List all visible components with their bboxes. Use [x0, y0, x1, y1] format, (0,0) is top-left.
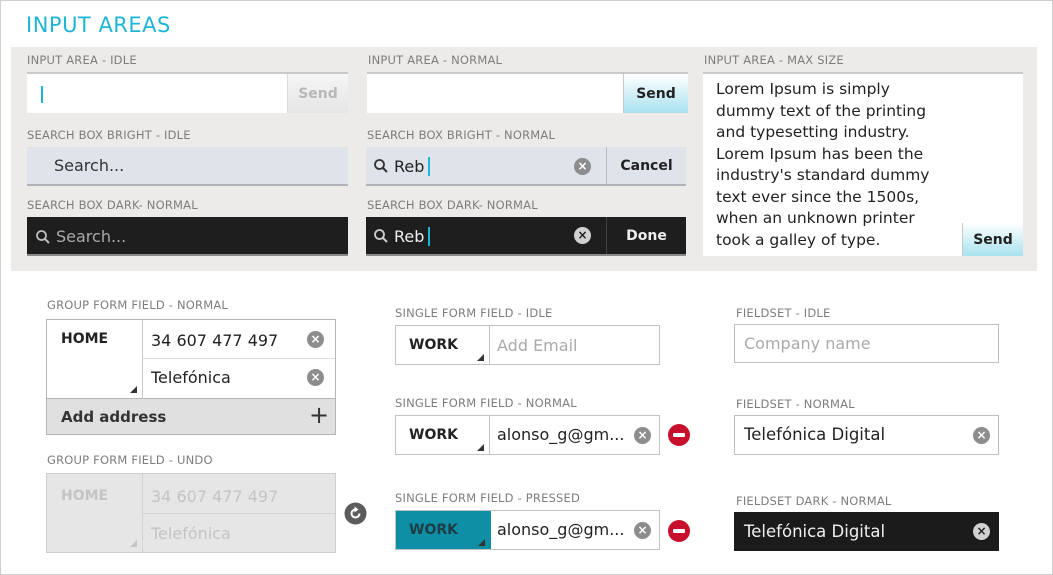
- fieldset-normal-label: FIELDSET - NORMAL: [736, 397, 855, 411]
- done-button[interactable]: Done: [606, 217, 686, 254]
- single-pressed-label: SINGLE FORM FIELD - PRESSED: [395, 491, 581, 505]
- fieldset-idle[interactable]: Company name: [734, 324, 999, 363]
- dropdown-corner-icon: [478, 539, 485, 546]
- carrier-field[interactable]: Telefónica ×: [143, 359, 335, 398]
- type-selector-pressed[interactable]: WORK: [396, 511, 491, 549]
- email-value: alonso_g@gm...: [497, 520, 625, 539]
- text-line: Lorem Ipsum has been the: [716, 144, 924, 163]
- carrier-value: Telefónica: [151, 368, 231, 387]
- page-title: INPUT AREAS: [26, 13, 171, 37]
- input-area-normal-label: INPUT AREA - NORMAL: [368, 53, 503, 67]
- send-button-disabled[interactable]: Send: [287, 74, 348, 113]
- input-area-max-size[interactable]: Lorem Ipsum is simply dummy text of the …: [703, 72, 1023, 256]
- dropdown-corner-icon: [477, 354, 484, 361]
- clear-icon[interactable]: ×: [973, 427, 990, 444]
- text-line: industry's standard dummy: [716, 166, 930, 184]
- fieldset-idle-label: FIELDSET - IDLE: [736, 306, 831, 320]
- search-dark-idle-label: SEARCH BOX DARK- NORMAL: [27, 198, 198, 212]
- company-value: Telefónica Digital: [744, 522, 886, 541]
- dropdown-corner-icon: [130, 540, 137, 547]
- type-label: WORK: [409, 337, 458, 353]
- search-dark-normal-label: SEARCH BOX DARK- NORMAL: [367, 198, 538, 212]
- type-label: HOME: [61, 331, 109, 347]
- email-value: alonso_g@gm...: [497, 425, 625, 444]
- type-selector[interactable]: WORK: [396, 326, 490, 364]
- type-label: WORK: [409, 427, 458, 443]
- clear-icon[interactable]: ×: [634, 522, 651, 539]
- single-normal-label: SINGLE FORM FIELD - NORMAL: [395, 396, 577, 410]
- type-selector[interactable]: WORK: [396, 416, 490, 454]
- fieldset-dark-label: FIELDSET DARK - NORMAL: [736, 494, 892, 508]
- input-area-max-label: INPUT AREA - MAX SIZE: [704, 53, 844, 67]
- single-form-field-normal[interactable]: WORK alonso_g@gm... ×: [395, 415, 660, 455]
- dropdown-corner-icon: [130, 386, 137, 393]
- group-form-field-undo: HOME 34 607 477 497 Telefónica: [46, 473, 336, 553]
- fieldset-dark[interactable]: Telefónica Digital ×: [734, 512, 999, 551]
- search-value: Reb: [394, 157, 425, 176]
- clear-icon[interactable]: ×: [634, 427, 651, 444]
- send-button[interactable]: Send: [623, 74, 688, 113]
- text-caret: [428, 157, 430, 176]
- textarea-content: Lorem Ipsum is simply dummy text of the …: [716, 79, 956, 251]
- plus-icon: +: [309, 401, 330, 429]
- text-line: took a galley of type.: [716, 230, 881, 249]
- text-caret: [428, 227, 430, 246]
- single-idle-label: SINGLE FORM FIELD - IDLE: [395, 306, 553, 320]
- company-value: Telefónica Digital: [744, 425, 886, 444]
- search-bright-idle-label: SEARCH BOX BRIGHT - IDLE: [27, 128, 191, 142]
- phone-field: 34 607 477 497: [143, 474, 335, 514]
- text-caret: [41, 86, 43, 103]
- text-line: when an unknown printer: [716, 209, 915, 227]
- clear-icon[interactable]: ×: [574, 158, 591, 175]
- clear-icon[interactable]: ×: [307, 369, 324, 386]
- search-icon: [36, 230, 50, 244]
- input-area-normal[interactable]: Send: [367, 72, 688, 113]
- search-placeholder: Search...: [56, 227, 127, 246]
- group-form-field-normal: HOME 34 607 477 497 × Telefónica × Add a…: [46, 319, 336, 435]
- fieldset-normal[interactable]: Telefónica Digital ×: [734, 415, 999, 455]
- group-form-normal-label: GROUP FORM FIELD - NORMAL: [47, 298, 229, 312]
- remove-icon[interactable]: [668, 424, 690, 446]
- search-icon: [374, 229, 388, 243]
- type-label: WORK: [409, 522, 458, 538]
- search-value: Reb: [394, 227, 425, 246]
- email-placeholder: Add Email: [497, 336, 578, 355]
- text-line: Lorem Ipsum is simply: [716, 80, 890, 98]
- add-address-label: Add address: [61, 408, 167, 426]
- search-box-bright-normal[interactable]: Reb × Cancel: [366, 147, 686, 186]
- send-button[interactable]: Send: [962, 223, 1023, 256]
- single-form-field-idle[interactable]: WORK Add Email: [395, 325, 660, 365]
- phone-value: 34 607 477 497: [151, 331, 279, 350]
- search-icon: [374, 159, 388, 173]
- clear-icon[interactable]: ×: [973, 523, 990, 540]
- remove-icon[interactable]: [668, 520, 690, 542]
- undo-icon[interactable]: [344, 502, 367, 525]
- group-form-undo-label: GROUP FORM FIELD - UNDO: [47, 453, 213, 467]
- search-placeholder: Search...: [54, 156, 125, 175]
- input-area-idle-label: INPUT AREA - IDLE: [27, 53, 137, 67]
- clear-icon[interactable]: ×: [307, 331, 324, 348]
- search-bright-normal-label: SEARCH BOX BRIGHT - NORMAL: [367, 128, 556, 142]
- carrier-field: Telefónica: [143, 514, 335, 552]
- search-box-dark-idle[interactable]: Search...: [27, 217, 348, 256]
- text-line: text ever since the 1500s,: [716, 187, 920, 206]
- phone-field[interactable]: 34 607 477 497 ×: [143, 320, 335, 359]
- input-area-idle[interactable]: Send: [27, 72, 348, 113]
- company-placeholder: Company name: [744, 334, 871, 353]
- cancel-button[interactable]: Cancel: [606, 147, 686, 184]
- search-box-dark-normal[interactable]: Reb × Done: [366, 217, 686, 256]
- add-address-button[interactable]: Add address +: [47, 398, 335, 434]
- type-label: HOME: [61, 488, 109, 504]
- dropdown-corner-icon: [477, 444, 484, 451]
- phone-value: 34 607 477 497: [151, 487, 279, 506]
- single-form-field-pressed[interactable]: WORK alonso_g@gm... ×: [395, 510, 660, 550]
- type-selector: HOME: [47, 474, 143, 552]
- text-line: dummy text of the printing: [716, 101, 927, 120]
- text-line: and typesetting industry.: [716, 123, 910, 141]
- type-selector[interactable]: HOME: [47, 320, 143, 398]
- search-box-bright-idle[interactable]: Search...: [27, 147, 348, 186]
- carrier-value: Telefónica: [151, 524, 231, 543]
- clear-icon[interactable]: ×: [574, 227, 591, 244]
